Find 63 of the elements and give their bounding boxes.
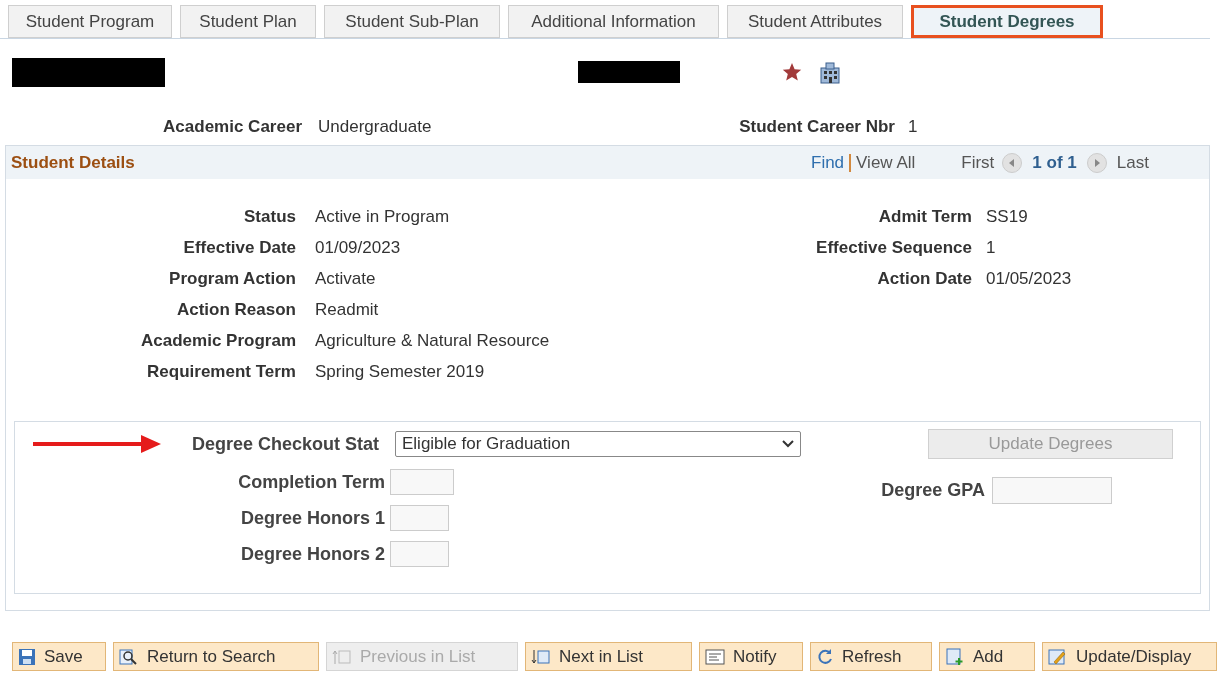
next-icon[interactable] [1086, 152, 1107, 173]
input-field[interactable] [390, 505, 449, 531]
field-value: Active in Program [315, 205, 450, 228]
field-label: Completion Term [237, 470, 385, 494]
field-label: Requirement Term [146, 360, 296, 383]
tab[interactable]: Student Degrees [911, 5, 1103, 38]
field-label: Degree Honors 2 [239, 542, 385, 566]
building-icon[interactable] [818, 60, 842, 84]
note-icon [705, 647, 725, 666]
view-all-link[interactable]: View All [856, 149, 916, 176]
input-field[interactable] [390, 541, 449, 567]
field-label: Degree Checkout Stat [190, 432, 379, 456]
field-label: Effective Date [182, 236, 296, 259]
pencil-icon [1048, 647, 1068, 666]
toolbar-button[interactable]: Update/Display [1042, 642, 1217, 671]
field-value: 1 [908, 116, 918, 139]
field-label: Degree Honors 1 [239, 506, 385, 530]
field-value: Undergraduate [318, 116, 433, 139]
magnifier-icon [119, 647, 139, 666]
toolbar-button[interactable]: Add [939, 642, 1035, 671]
field-label: Status [243, 205, 296, 228]
field-label: Action Reason [175, 298, 296, 321]
field-label: Student Career Nbr [738, 116, 895, 139]
field-value: SS19 [986, 205, 1028, 228]
panel-title: Student Details [11, 151, 136, 174]
field-value: 1 [986, 236, 996, 259]
find-link[interactable]: Find [811, 149, 845, 176]
field-value: Activate [315, 267, 376, 290]
tab[interactable]: Student Attributes [727, 5, 903, 38]
record-count: 1 of 1 [1032, 151, 1077, 174]
toolbar-button[interactable]: Return to Search [113, 642, 319, 671]
field-value: 01/05/2023 [986, 267, 1072, 290]
star-icon[interactable] [782, 62, 802, 82]
toolbar-button[interactable]: Save [12, 642, 106, 671]
field-label: Effective Sequence [815, 236, 972, 259]
status-dropdown[interactable]: Eligible for Graduation [395, 431, 801, 457]
tab[interactable]: Additional Information [508, 5, 719, 38]
field-label: Admit Term [877, 205, 972, 228]
field-label: Academic Program [140, 329, 296, 352]
previous-icon[interactable] [1002, 152, 1023, 173]
tab[interactable]: Student Program [8, 5, 172, 38]
field-label: Academic Career [162, 116, 302, 139]
field-label: Degree GPA [880, 479, 985, 502]
toolbar-button[interactable]: Next in List [525, 642, 692, 671]
chevron-down-icon [782, 440, 794, 448]
field-value: Readmit [315, 298, 379, 321]
arrow-down-list-icon [531, 647, 551, 666]
input-field[interactable] [390, 469, 454, 495]
field-label: Action Date [876, 267, 972, 290]
tab[interactable]: Student Plan [180, 5, 316, 38]
tab[interactable]: Student Sub-Plan [324, 5, 500, 38]
first-label: First [961, 151, 995, 174]
field-value: Spring Semester 2019 [315, 360, 485, 383]
add-page-icon [945, 647, 965, 666]
field-value: Agriculture & Natural Resource [315, 329, 550, 352]
field-label: Program Action [168, 267, 296, 290]
last-label: Last [1116, 151, 1149, 174]
toolbar-button[interactable]: Refresh [810, 642, 932, 671]
field-value: 01/09/2023 [315, 236, 401, 259]
input-field[interactable] [992, 477, 1112, 504]
refresh-icon [816, 647, 834, 666]
toolbar-button[interactable]: Notify [699, 642, 803, 671]
arrow-up-list-icon [332, 647, 352, 666]
